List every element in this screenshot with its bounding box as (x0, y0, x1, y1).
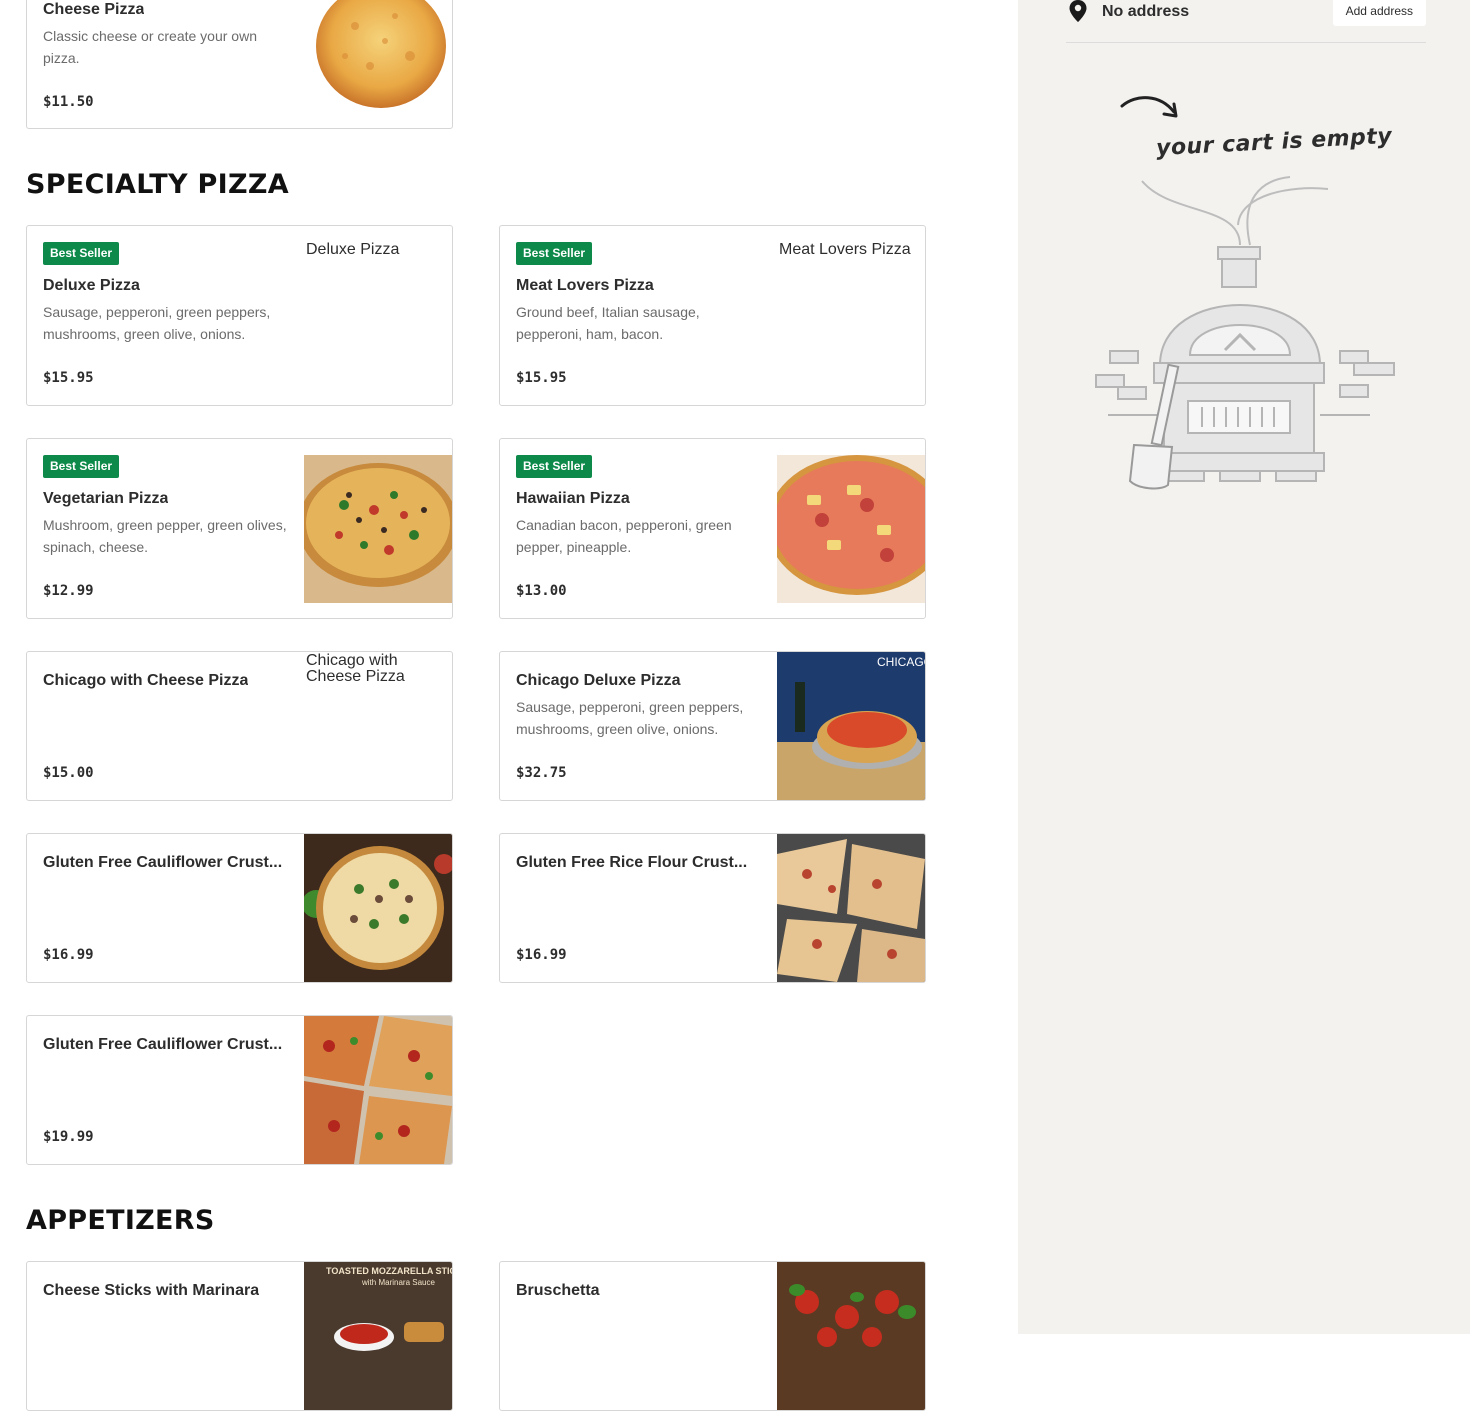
item-name: Deluxe Pizza (43, 277, 140, 294)
item-price: $12.99 (43, 583, 94, 599)
item-name: Chicago Deluxe Pizza (516, 672, 681, 689)
add-address-button[interactable]: Add address (1332, 0, 1426, 26)
best-seller-badge: Best Seller (516, 455, 593, 478)
section-title-appetizers: APPETIZERS (26, 1205, 215, 1236)
pizza-oven-illustration (1095, 176, 1395, 490)
item-price: $16.99 (516, 947, 567, 963)
image-caption: CHICAGO (877, 655, 925, 669)
menu-item-card[interactable]: Best Seller Meat Lovers Pizza Ground bee… (499, 225, 926, 406)
item-image (777, 834, 925, 982)
menu-item-card[interactable]: Best Seller Vegetarian Pizza Mushroom, g… (26, 438, 453, 619)
item-name: Gluten Free Cauliflower Crust... (43, 854, 283, 871)
image-caption: TOASTED MOZZARELLA STICKS (326, 1266, 452, 1276)
item-price: $15.00 (43, 765, 94, 781)
item-price: $13.00 (516, 583, 567, 599)
item-price: $19.99 (43, 1129, 94, 1145)
item-price: $15.95 (516, 370, 567, 386)
item-price: $11.50 (43, 94, 94, 110)
best-seller-badge: Best Seller (43, 455, 120, 478)
section-title-specialty-pizza: SPECIALTY PIZZA (26, 169, 289, 200)
item-name: Gluten Free Rice Flour Crust... (516, 854, 748, 871)
menu-item-card[interactable]: Chicago with Cheese Pizza $15.00 Chicago… (26, 651, 453, 801)
curved-arrow-icon (1120, 96, 1178, 118)
item-price: $32.75 (516, 765, 567, 781)
location-pin-icon (1069, 0, 1087, 27)
image-caption: with Marinara Sauce (361, 1278, 435, 1287)
item-price: $15.95 (43, 370, 94, 386)
menu-item-card[interactable]: Best Seller Hawaiian Pizza Canadian baco… (499, 438, 926, 619)
item-name: Cheese Sticks with Marinara (43, 1282, 260, 1299)
item-price: $16.99 (43, 947, 94, 963)
menu-item-card[interactable]: Best Seller Deluxe Pizza Sausage, pepper… (26, 225, 453, 406)
item-image (777, 1262, 925, 1410)
item-name: Chicago with Cheese Pizza (43, 672, 249, 689)
menu-item-card[interactable]: Cheese Sticks with Marinara TOASTED MOZZ… (26, 1261, 453, 1411)
item-image (304, 1016, 452, 1164)
menu-item-card[interactable]: Chicago Deluxe Pizza Sausage, pepperoni,… (499, 651, 926, 801)
item-name: Bruschetta (516, 1282, 600, 1299)
menu-panel: Cheese Pizza Classic cheese or create yo… (0, 0, 1018, 1411)
item-description: Canadian bacon, pepperoni, green pepper,… (516, 517, 732, 555)
item-image-alt: Chicago with Cheese Pizza (306, 652, 405, 685)
menu-item-card[interactable]: Bruschetta (499, 1261, 926, 1411)
item-image: CHICAGO (777, 652, 925, 800)
item-description: Sausage, pepperoni, green peppers, mushr… (516, 699, 744, 737)
menu-item-card[interactable]: Gluten Free Cauliflower Crust... $19.99 (26, 1015, 453, 1165)
item-description: Sausage, pepperoni, green peppers, mushr… (43, 304, 271, 342)
item-image (777, 455, 925, 603)
address-text: No address (1102, 3, 1190, 20)
item-image: TOASTED MOZZARELLA STICKS with Marinara … (304, 1262, 452, 1410)
menu-item-card[interactable]: Gluten Free Cauliflower Crust... $16.99 (26, 833, 453, 983)
item-name: Gluten Free Cauliflower Crust... (43, 1036, 283, 1053)
item-image-alt: Deluxe Pizza (306, 241, 400, 258)
item-image (304, 834, 452, 982)
item-description: Classic cheese or create your own pizza. (43, 28, 257, 66)
best-seller-badge: Best Seller (516, 242, 593, 265)
menu-item-card[interactable]: Gluten Free Rice Flour Crust... $16.99 (499, 833, 926, 983)
item-name: Cheese Pizza (43, 1, 145, 18)
item-image-alt: Meat Lovers Pizza (779, 241, 911, 258)
item-description: Ground beef, Italian sausage, pepperoni,… (516, 304, 700, 342)
item-name: Vegetarian Pizza (43, 490, 169, 507)
item-image (315, 0, 447, 110)
item-description: Mushroom, green pepper, green olives, sp… (43, 517, 287, 555)
item-image (304, 455, 452, 603)
best-seller-badge: Best Seller (43, 242, 120, 265)
item-name: Hawaiian Pizza (516, 490, 630, 507)
address-row: No address Add address (1066, 0, 1426, 43)
menu-item-card[interactable]: Cheese Pizza Classic cheese or create yo… (26, 0, 453, 129)
item-name: Meat Lovers Pizza (516, 277, 654, 294)
